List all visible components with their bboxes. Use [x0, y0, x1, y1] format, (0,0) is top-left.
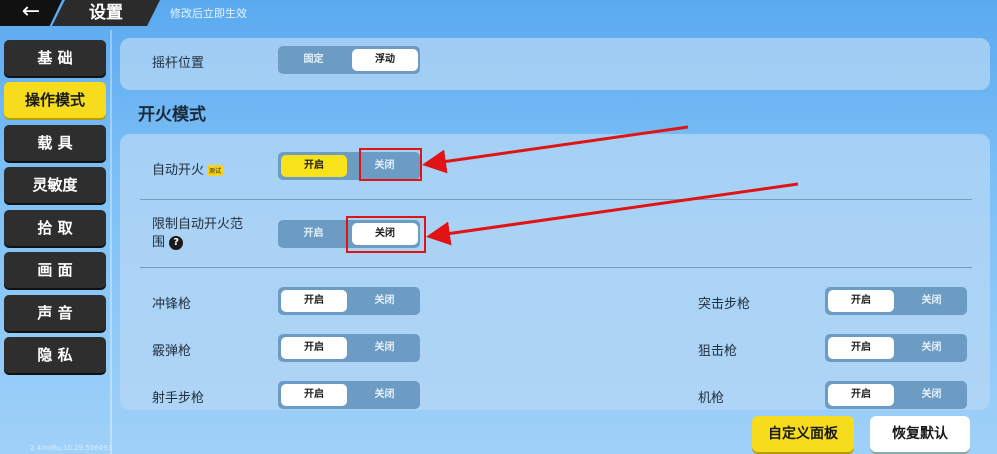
sidebar-item-pickup[interactable]: 拾 取 — [4, 210, 106, 246]
ar-toggle: 开启 关闭 — [825, 287, 967, 315]
weapon-label-smg: 冲锋枪 — [152, 297, 192, 312]
ar-on-option[interactable]: 开启 — [828, 290, 894, 312]
shotgun-off-option[interactable]: 关闭 — [349, 334, 420, 362]
weapon-label-ar: 突击步枪 — [698, 297, 751, 312]
lmg-off-option[interactable]: 关闭 — [896, 381, 967, 409]
auto-fire-label-text: 自动开火 — [152, 163, 205, 178]
sidebar-item-sound[interactable]: 声 音 — [4, 295, 106, 331]
sidebar-item-graphics[interactable]: 画 面 — [4, 252, 106, 288]
top-bar: ← 设置 修改后立即生效 — [0, 0, 997, 26]
arrow-left-icon: ← — [21, 0, 41, 24]
weapon-label-shotgun: 霰弹枪 — [152, 344, 192, 359]
weapon-label-sniper: 狙击枪 — [698, 344, 738, 359]
joystick-floating-option[interactable]: 浮动 — [352, 49, 418, 71]
fire-mode-title: 开火模式 — [138, 105, 206, 125]
weapon-label-lmg: 机枪 — [698, 391, 725, 406]
dmr-toggle: 开启 关闭 — [278, 381, 420, 409]
lmg-on-option[interactable]: 开启 — [828, 384, 894, 406]
test-badge: 测试 — [207, 165, 224, 176]
sidebar-item-vehicle[interactable]: 载 具 — [4, 125, 106, 161]
limit-range-on-option[interactable]: 开启 — [278, 220, 349, 248]
lmg-toggle: 开启 关闭 — [825, 381, 967, 409]
restore-default-button[interactable]: 恢复默认 — [870, 416, 970, 452]
shotgun-toggle: 开启 关闭 — [278, 334, 420, 362]
custom-panel-button[interactable]: 自定义面板 — [752, 416, 854, 452]
joystick-fixed-option[interactable]: 固定 — [278, 46, 349, 74]
back-button[interactable]: ← — [0, 0, 62, 26]
divider — [140, 199, 972, 200]
sidebar-item-sensitivity[interactable]: 灵敏度 — [4, 167, 106, 203]
annotation-box-limit-range-off — [346, 216, 426, 253]
sidebar-divider — [110, 30, 112, 454]
help-icon[interactable]: ? — [169, 235, 184, 250]
sniper-toggle: 开启 关闭 — [825, 334, 967, 362]
divider — [140, 267, 972, 268]
joystick-toggle: 固定 浮动 — [278, 46, 420, 74]
fire-mode-panel — [120, 134, 990, 410]
auto-fire-on-option[interactable]: 开启 — [281, 155, 347, 177]
joystick-panel — [120, 38, 990, 90]
limit-range-label-line2: 围 — [152, 235, 166, 250]
joystick-label: 摇杆位置 — [152, 56, 205, 71]
annotation-box-auto-fire-off — [359, 148, 422, 181]
page-title: 设置 — [52, 0, 160, 26]
dmr-off-option[interactable]: 关闭 — [349, 381, 420, 409]
dmr-on-option[interactable]: 开启 — [281, 384, 347, 406]
auto-fire-label: 自动开火 测试 — [152, 159, 224, 178]
sniper-on-option[interactable]: 开启 — [828, 337, 894, 359]
sidebar-item-basic[interactable]: 基 础 — [4, 40, 106, 76]
smg-toggle: 开启 关闭 — [278, 287, 420, 315]
page-subtitle: 修改后立即生效 — [170, 7, 247, 20]
sidebar-item-control-mode[interactable]: 操作模式 — [4, 82, 106, 118]
smg-off-option[interactable]: 关闭 — [349, 287, 420, 315]
version-label: 2.4imiRu.10.29.556493 — [30, 444, 113, 452]
ar-off-option[interactable]: 关闭 — [896, 287, 967, 315]
weapon-label-dmr: 射手步枪 — [152, 391, 205, 406]
smg-on-option[interactable]: 开启 — [281, 290, 347, 312]
limit-range-label: 限制自动开火范 围 ? — [152, 216, 243, 252]
limit-range-label-line1: 限制自动开火范 — [152, 217, 244, 232]
shotgun-on-option[interactable]: 开启 — [281, 337, 347, 359]
sidebar-item-privacy[interactable]: 隐 私 — [4, 337, 106, 373]
sniper-off-option[interactable]: 关闭 — [896, 334, 967, 362]
